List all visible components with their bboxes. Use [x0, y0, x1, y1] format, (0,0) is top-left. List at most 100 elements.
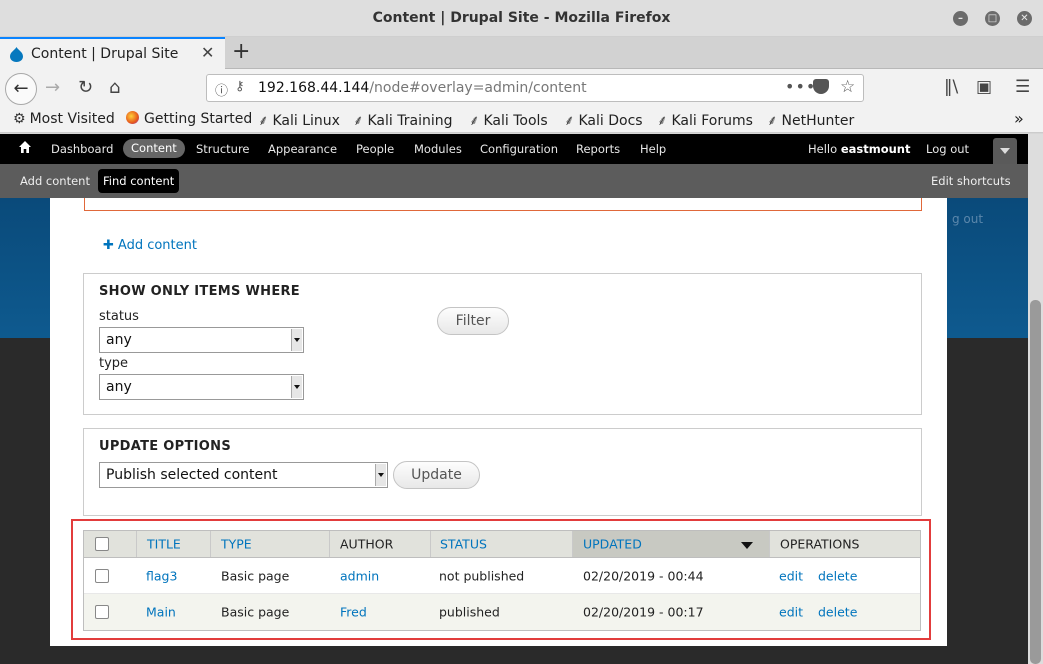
row-checkbox[interactable]: [95, 568, 109, 583]
new-tab-icon[interactable]: +: [232, 39, 250, 64]
bookmark-star-icon[interactable]: ☆: [840, 77, 855, 97]
filter-button[interactable]: Filter: [437, 307, 509, 335]
library-icon[interactable]: ‖\: [944, 77, 958, 97]
shortcuts-toggle[interactable]: [993, 138, 1017, 164]
type-select[interactable]: any: [99, 374, 304, 400]
type-select-value: any: [106, 379, 132, 395]
header-title-label[interactable]: TITLE: [147, 537, 181, 552]
back-icon[interactable]: ←: [5, 73, 37, 105]
bookmark-label: Kali Tools: [483, 113, 548, 129]
more-bookmarks-icon[interactable]: »: [1014, 109, 1024, 128]
toolbar-content[interactable]: Content: [123, 139, 185, 158]
header-type[interactable]: TYPE: [210, 531, 329, 557]
cell-status: published: [439, 594, 572, 630]
kali-dragon-icon: ⸙: [469, 113, 480, 129]
row-checkbox[interactable]: [95, 605, 109, 619]
toolbar-help[interactable]: Help: [640, 142, 666, 156]
edit-link[interactable]: edit: [779, 605, 803, 620]
status-select[interactable]: any: [99, 327, 304, 353]
forward-icon[interactable]: →: [45, 77, 60, 98]
firefox-icon: [126, 111, 139, 124]
info-icon[interactable]: ⓘ: [215, 80, 228, 99]
bookmark-nethunter[interactable]: ⸙ NetHunter: [767, 111, 854, 130]
minimize-icon[interactable]: –: [953, 11, 968, 26]
reload-icon[interactable]: ↻: [78, 77, 93, 98]
delete-link[interactable]: delete: [818, 605, 857, 620]
toolbar-people[interactable]: People: [356, 142, 394, 156]
menu-icon[interactable]: ☰: [1015, 77, 1030, 97]
header-author: AUTHOR: [329, 531, 430, 557]
author-link[interactable]: Fred: [340, 605, 367, 620]
toolbar-modules[interactable]: Modules: [414, 142, 462, 156]
header-updated[interactable]: UPDATED: [572, 531, 769, 557]
bookmark-most-visited[interactable]: ⚙ Most Visited: [13, 111, 115, 127]
toolbar-reports[interactable]: Reports: [576, 142, 620, 156]
edit-link[interactable]: edit: [779, 568, 803, 583]
type-label: type: [99, 356, 129, 371]
kali-dragon-icon: ⸙: [657, 113, 668, 129]
tab-strip: Content | Drupal Site ✕ +: [0, 37, 1043, 69]
header-title[interactable]: TITLE: [136, 531, 210, 557]
window-title: Content | Drupal Site - Mozilla Firefox: [372, 10, 671, 26]
bookmark-kali-linux[interactable]: ⸙ Kali Linux: [258, 111, 340, 130]
chevron-down-icon: [1000, 148, 1010, 154]
author-link[interactable]: admin: [340, 568, 379, 583]
bookmark-label: Kali Forums: [671, 113, 753, 129]
shortcut-add-content[interactable]: Add content: [20, 174, 90, 188]
toolbar-structure[interactable]: Structure: [196, 142, 250, 156]
kali-dragon-icon: ⸙: [767, 113, 778, 129]
greeting-prefix: Hello: [808, 142, 838, 156]
key-icon[interactable]: ⚷: [235, 79, 245, 94]
add-content-link[interactable]: ✚ Add content: [103, 238, 197, 253]
url-text[interactable]: 192.168.44.144/node#overlay=admin/conten…: [258, 80, 587, 96]
bookmark-kali-training[interactable]: ⸙ Kali Training: [353, 111, 452, 130]
update-button[interactable]: Update: [393, 461, 480, 489]
header-type-label[interactable]: TYPE: [221, 537, 252, 552]
toolbar-configuration[interactable]: Configuration: [480, 142, 558, 156]
cell-edit: edit: [779, 594, 819, 630]
home-icon[interactable]: ⌂: [109, 77, 120, 98]
select-all-checkbox[interactable]: [95, 537, 109, 551]
title-link[interactable]: Main: [146, 605, 176, 620]
sidebar-icon[interactable]: ▣: [976, 77, 992, 97]
bookmark-label: Kali Training: [367, 113, 453, 129]
edit-shortcuts-link[interactable]: Edit shortcuts: [931, 174, 1011, 188]
tab-close-icon[interactable]: ✕: [201, 43, 214, 62]
header-updated-label[interactable]: UPDATED: [583, 537, 642, 552]
window-titlebar: Content | Drupal Site - Mozilla Firefox …: [0, 0, 1043, 37]
updated-value: 02/20/2019 - 00:44: [583, 568, 704, 583]
bookmark-label: Kali Linux: [272, 113, 340, 129]
page-actions-icon[interactable]: •••: [785, 77, 816, 96]
header-status-label[interactable]: STATUS: [440, 537, 487, 552]
header-operations: OPERATIONS: [769, 531, 922, 557]
bookmark-kali-tools[interactable]: ⸙ Kali Tools: [469, 111, 548, 130]
url-bar[interactable]: ⓘ ⚷ 192.168.44.144/node#overlay=admin/co…: [206, 74, 864, 102]
logout-link[interactable]: Log out: [926, 142, 969, 156]
add-content-label: Add content: [117, 238, 197, 253]
sort-descending-icon[interactable]: [741, 542, 753, 549]
header-status[interactable]: STATUS: [430, 531, 572, 557]
shortcut-find-content[interactable]: Find content: [98, 169, 180, 193]
title-link[interactable]: flag3: [146, 568, 177, 583]
close-window-icon[interactable]: ✕: [1017, 11, 1032, 26]
status-label: status: [99, 309, 139, 324]
toolbar-appearance[interactable]: Appearance: [268, 142, 337, 156]
update-action-select[interactable]: Publish selected content: [99, 462, 388, 488]
bookmark-getting-started[interactable]: Getting Started: [126, 111, 252, 127]
scrollbar-thumb[interactable]: [1030, 300, 1041, 664]
home-icon[interactable]: [18, 140, 32, 154]
greeting-username[interactable]: eastmount: [841, 142, 911, 156]
cell-status: not published: [439, 558, 572, 593]
bookmark-label: Most Visited: [29, 111, 115, 127]
delete-link[interactable]: delete: [818, 568, 857, 583]
pocket-icon[interactable]: [813, 79, 829, 94]
bookmark-kali-docs[interactable]: ⸙ Kali Docs: [564, 111, 643, 130]
toolbar-dashboard[interactable]: Dashboard: [51, 142, 113, 156]
bookmark-kali-forums[interactable]: ⸙ Kali Forums: [657, 111, 753, 130]
cell-type: Basic page: [221, 558, 329, 593]
bookmarks-bar: ⚙ Most Visited Getting Started ⸙ Kali Linu…: [0, 107, 1043, 133]
browser-tab[interactable]: Content | Drupal Site ✕: [0, 37, 225, 69]
navigation-bar: ← → ↻ ⌂ ⓘ ⚷ 192.168.44.144/node#overlay=…: [0, 69, 1043, 107]
maximize-icon[interactable]: □: [985, 11, 1000, 26]
plus-icon: ✚: [103, 238, 114, 253]
